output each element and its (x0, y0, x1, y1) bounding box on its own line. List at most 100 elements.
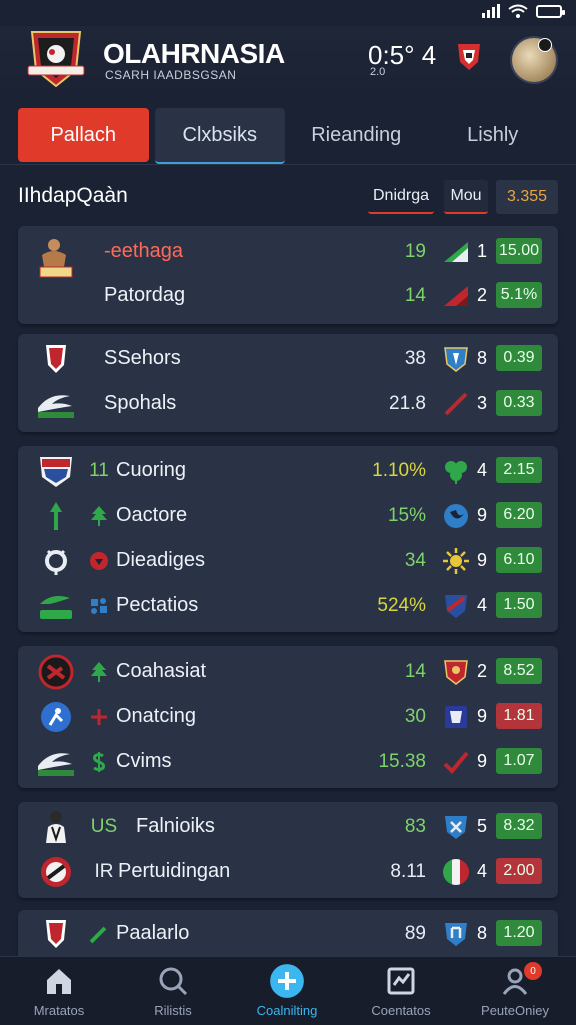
wing-logo-icon (38, 753, 74, 776)
row-name: Patordag (104, 284, 186, 306)
nav-search[interactable]: Rilistis (118, 957, 228, 1025)
row-prefix: 11 (89, 460, 109, 481)
tab-2[interactable]: Rieanding (291, 108, 422, 162)
row-prefix: US (90, 816, 118, 837)
odds-badge[interactable]: 1.07 (496, 748, 542, 774)
tab-0[interactable]: Pallach (18, 108, 149, 162)
match-card[interactable]: Coahasiat 14 2 8.52 Onatcing 30 9 1.81 C… (18, 646, 558, 788)
match-card[interactable]: 11 Cuoring 1.10% 4 2.15 Oactore 15% 9 6.… (18, 446, 558, 632)
sort-button-b[interactable]: Mou (444, 180, 488, 214)
row-rank: 1 (476, 241, 487, 261)
list-item[interactable]: Coahasiat 14 2 8.52 (18, 650, 558, 694)
row-name: Falnioiks (136, 815, 215, 837)
match-card[interactable]: US Falnioiks 83 5 8.32 IR Pertuidingan 8… (18, 802, 558, 898)
list-item[interactable]: 11 Cuoring 1.10% 4 2.15 (18, 449, 558, 493)
row-stat: 21.8 (389, 393, 426, 414)
row-name: SSehors (104, 347, 181, 369)
player-icon (41, 702, 71, 732)
nav-home[interactable]: Mratatos (4, 957, 114, 1025)
nav-profile[interactable]: PeuteOniey (460, 957, 570, 1025)
odds-badge[interactable]: 2.15 (496, 457, 542, 483)
odds-badge[interactable]: 1.20 (496, 920, 542, 946)
wing-logo-icon (38, 395, 74, 418)
odds-badge[interactable]: 8.32 (496, 813, 542, 839)
arrow-up-icon (50, 502, 62, 530)
odds-badge[interactable]: 0.33 (496, 390, 542, 416)
list-item[interactable]: -eethaga 19 1 15.00 (18, 230, 558, 278)
nav-add[interactable]: Coalnilting (232, 957, 342, 1025)
pen-icon (89, 926, 107, 944)
match-card[interactable]: SSehors 38 8 0.39 Spohals 21.8 3 0.33 (18, 334, 558, 432)
clover-icon (445, 461, 467, 484)
nav-label: Rilistis (154, 1003, 192, 1018)
row-stat: 38 (404, 348, 426, 369)
list-item[interactable]: Paalarlo 89 8 1.20 (18, 912, 558, 956)
app-subtitle: CSARH IAADBSGSAN (105, 68, 237, 82)
row-rank: 2 (476, 661, 487, 681)
row-name: Spohals (104, 392, 177, 414)
row-stat: 1.10% (372, 460, 426, 481)
shield-icon[interactable] (456, 42, 482, 72)
battery-icon (536, 4, 565, 18)
tree-icon (91, 662, 107, 682)
sort-button-a[interactable]: Dnidrga (368, 180, 434, 214)
nav-label: Coentatos (371, 1003, 431, 1018)
odds-badge[interactable]: 0.39 (496, 345, 542, 371)
match-card[interactable]: Paalarlo 89 8 1.20 (18, 910, 558, 956)
list-item[interactable]: Cvims 15.38 9 1.07 (18, 740, 558, 784)
list-item[interactable]: Spohals 21.8 3 0.33 (18, 382, 558, 426)
list-item[interactable]: Pectatios 524% 4 1.50 (18, 584, 558, 628)
section-title: IIhdapQaàn (18, 184, 128, 207)
list-item[interactable]: SSehors 38 8 0.39 (18, 337, 558, 381)
list-item[interactable]: Oactore 15% 9 6.20 (18, 494, 558, 538)
home-icon (47, 969, 71, 994)
nav-label: PeuteOniey (481, 1003, 549, 1018)
row-stat: 15.38 (378, 751, 426, 772)
row-rank: 4 (476, 861, 487, 881)
row-name: Cuoring (116, 459, 187, 481)
sort-button-c[interactable]: 3.355 (496, 180, 558, 214)
row-stat: 524% (377, 595, 426, 616)
match-card[interactable]: -eethaga 19 1 15.00 Patordag 14 2 5.1% (18, 226, 558, 324)
row-rank: 5 (476, 816, 487, 836)
tab-1[interactable]: Clxbsiks (154, 108, 285, 164)
nav-scores[interactable]: Coentatos (346, 957, 456, 1025)
flag-icon (443, 859, 469, 885)
row-stat: 19 (404, 241, 426, 262)
odds-badge[interactable]: 6.10 (496, 547, 542, 573)
row-stat: 15% (387, 505, 426, 526)
list-item[interactable]: Patordag 14 2 5.1% (18, 274, 558, 318)
ring-icon (45, 549, 67, 575)
odds-badge[interactable]: 2.00 (496, 858, 542, 884)
row-name: Oactore (116, 504, 188, 526)
row-rank: 3 (476, 393, 487, 413)
row-name: Onatcing (116, 705, 197, 727)
row-stat: 14 (404, 661, 426, 682)
row-rank: 9 (476, 550, 487, 570)
odds-badge[interactable]: 1.50 (496, 592, 542, 618)
nav-label: Mratatos (33, 1003, 85, 1018)
row-stat: 30 (404, 706, 426, 727)
odds-badge[interactable]: 8.52 (496, 658, 542, 684)
tab-3[interactable]: Lishly (428, 108, 559, 162)
list-item[interactable]: IR Pertuidingan 8.11 4 2.00 (18, 850, 558, 894)
odds-badge[interactable]: 6.20 (496, 502, 542, 528)
wifi-icon (508, 4, 528, 18)
list-item[interactable]: Dieadiges 34 9 6.10 (18, 539, 558, 583)
odds-badge[interactable]: 5.1% (496, 282, 542, 308)
list-item[interactable]: US Falnioiks 83 5 8.32 (18, 805, 558, 849)
dollar-icon (93, 752, 105, 772)
row-stat: 14 (404, 285, 426, 306)
player-photo-icon (39, 239, 73, 278)
row-name: Pertuidingan (118, 860, 231, 882)
row-rank: 2 (476, 285, 487, 305)
row-name: Pectatios (116, 594, 199, 616)
team-shield-icon (40, 457, 72, 487)
puzzle-icon (91, 598, 107, 614)
odds-badge[interactable]: 1.81 (496, 703, 542, 729)
odds-badge[interactable]: 15.00 (496, 238, 542, 264)
nav-label: Coalnilting (256, 1003, 318, 1018)
row-stat: 8.11 (390, 861, 426, 882)
list-item[interactable]: Onatcing 30 9 1.81 (18, 695, 558, 739)
notification-badge: 0 (524, 962, 542, 980)
